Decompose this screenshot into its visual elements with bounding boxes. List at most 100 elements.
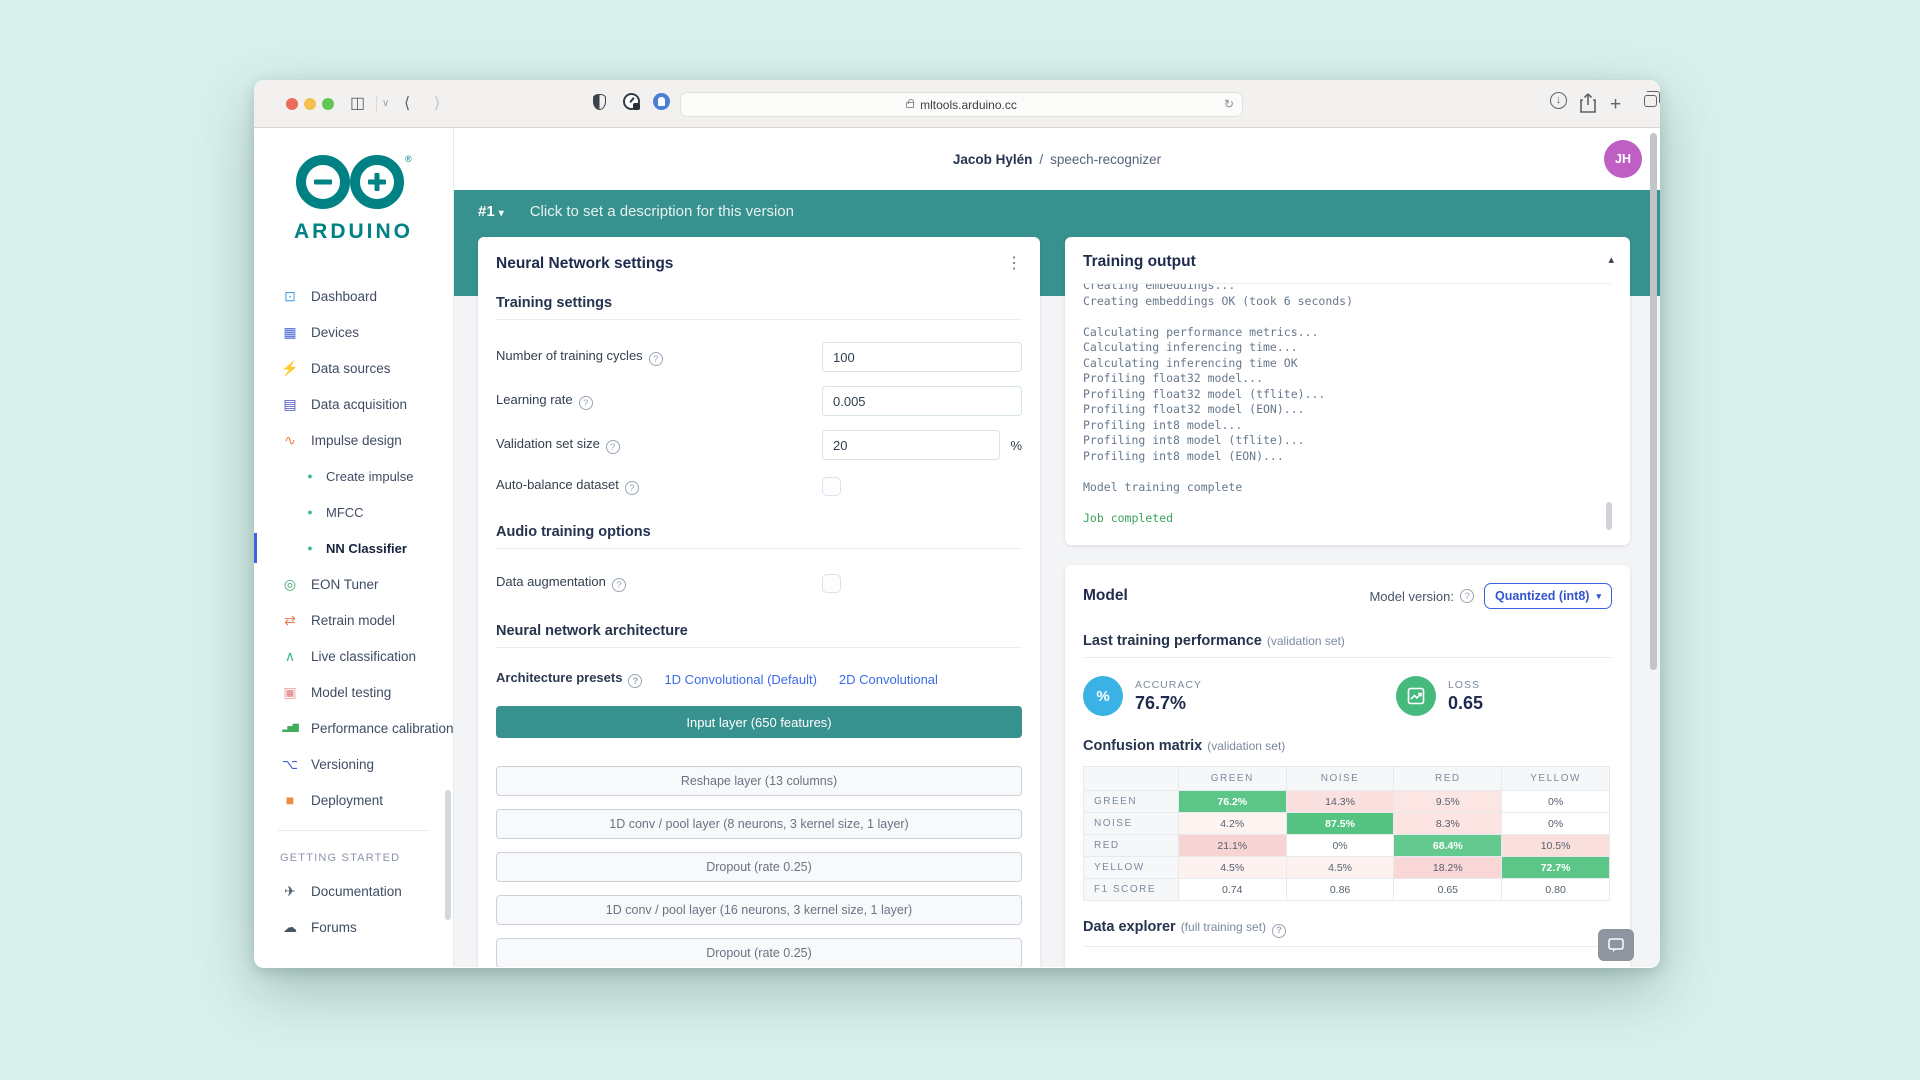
- matrix-row-label: RED: [1084, 835, 1179, 857]
- matrix-row: GREEN76.2%14.3%9.5%0%: [1084, 791, 1610, 813]
- blue-extension-icon[interactable]: [653, 93, 670, 110]
- architecture-presets-row: Architecture presets? 1D Convolutional (…: [496, 666, 1022, 692]
- version-description[interactable]: Click to set a description for this vers…: [530, 203, 794, 220]
- help-icon[interactable]: ?: [649, 352, 663, 366]
- sidebar-item-mfcc[interactable]: ●MFCC: [254, 494, 453, 530]
- collapse-icon[interactable]: ▴: [1608, 253, 1614, 266]
- sidebar-divider: [278, 830, 429, 831]
- breadcrumb-project[interactable]: speech-recognizer: [1050, 152, 1161, 167]
- sidebar-item-devices[interactable]: ▦Devices: [254, 314, 453, 350]
- desktop-background: ◫ ∨ ⟨ ⟩ mltools.arduino.cc ↻ ↓ +: [0, 0, 1920, 1080]
- field-label: Learning rate?: [496, 392, 822, 411]
- kebab-menu-icon[interactable]: ⋮: [1004, 253, 1024, 273]
- model-version-dropdown[interactable]: Quantized (int8)▾: [1484, 583, 1612, 609]
- matrix-cell: 10.5%: [1502, 835, 1610, 857]
- chevron-down-icon[interactable]: ∨: [382, 92, 389, 116]
- help-icon[interactable]: ?: [625, 481, 639, 495]
- version-selector[interactable]: #1▾: [478, 203, 504, 220]
- layer-button[interactable]: Dropout (rate 0.25): [496, 938, 1022, 967]
- arduino-logo[interactable]: ® ARDUINO: [254, 128, 453, 254]
- field-input-number-of-training-cycles[interactable]: [822, 342, 1022, 372]
- preset-1d-link[interactable]: 1D Convolutional (Default): [664, 672, 816, 687]
- matrix-cell: 0.74: [1178, 879, 1286, 901]
- sidebar-item-eon-tuner[interactable]: ◎EON Tuner: [254, 566, 453, 602]
- sidebar-item-label: Retrain model: [311, 613, 395, 628]
- console-line: Profiling float32 model...: [1083, 371, 1612, 387]
- downloads-icon[interactable]: ↓: [1550, 92, 1567, 109]
- reload-icon[interactable]: ↻: [1224, 97, 1234, 111]
- feedback-button[interactable]: [1598, 929, 1634, 961]
- field-row: Learning rate?: [496, 386, 1022, 416]
- sidebar-item-impulse-design[interactable]: ∿Impulse design: [254, 422, 453, 458]
- matrix-row-label: YELLOW: [1084, 857, 1179, 879]
- breadcrumb-user[interactable]: Jacob Hylén: [953, 152, 1033, 167]
- sidebar-item-dashboard[interactable]: ⊡Dashboard: [254, 278, 453, 314]
- avatar[interactable]: JH: [1604, 140, 1642, 178]
- sidebar-item-nn-classifier[interactable]: ●NN Classifier: [254, 530, 453, 566]
- forward-icon[interactable]: ⟩: [434, 92, 440, 116]
- chat-bubble-icon: [1608, 938, 1624, 952]
- training-output-title: Training output: [1083, 253, 1612, 271]
- sidebar-item-performance-calibration[interactable]: ▂▅▇Performance calibration: [254, 710, 453, 746]
- sidebar-item-live-classification[interactable]: ∧Live classification: [254, 638, 453, 674]
- minimize-window-button[interactable]: [304, 98, 316, 110]
- live-classification-icon: ∧: [280, 649, 300, 663]
- shield-extension-icon[interactable]: [593, 94, 606, 110]
- retrain-icon: ⇄: [280, 613, 300, 627]
- privacy-gauge-extension-icon[interactable]: [623, 93, 640, 110]
- input-layer-button[interactable]: Input layer (650 features): [496, 706, 1022, 738]
- matrix-cell: 14.3%: [1286, 791, 1394, 813]
- tab-overview-icon[interactable]: [1644, 95, 1657, 107]
- training-console[interactable]: Creating embeddings...Creating embedding…: [1083, 283, 1612, 535]
- close-window-button[interactable]: [286, 98, 298, 110]
- matrix-col-header: NOISE: [1286, 767, 1394, 791]
- console-line: Calculating inferencing time...: [1083, 340, 1612, 356]
- data-augmentation-checkbox[interactable]: [822, 574, 841, 593]
- console-line: Calculating performance metrics...: [1083, 325, 1612, 341]
- help-icon[interactable]: ?: [606, 440, 620, 454]
- sidebar-item-model-testing[interactable]: ▣Model testing: [254, 674, 453, 710]
- auto-balance-checkbox[interactable]: [822, 477, 841, 496]
- sidebar-section-heading: GETTING STARTED: [254, 843, 453, 873]
- help-icon[interactable]: ?: [579, 396, 593, 410]
- console-line: [1083, 309, 1612, 325]
- matrix-cell: 0%: [1502, 791, 1610, 813]
- layer-button[interactable]: 1D conv / pool layer (8 neurons, 3 kerne…: [496, 809, 1022, 839]
- sidebar-item-retrain-model[interactable]: ⇄ Retrain model: [254, 602, 453, 638]
- help-icon[interactable]: ?: [1460, 589, 1474, 603]
- page-scrollbar[interactable]: [1650, 133, 1657, 670]
- new-tab-icon[interactable]: +: [1610, 92, 1621, 116]
- sidebar-item-create-impulse[interactable]: ●Create impulse: [254, 458, 453, 494]
- help-icon[interactable]: ?: [628, 674, 642, 688]
- browser-window: ◫ ∨ ⟨ ⟩ mltools.arduino.cc ↻ ↓ +: [254, 80, 1660, 968]
- layer-button[interactable]: Dropout (rate 0.25): [496, 852, 1022, 882]
- sidebar-toggle-icon[interactable]: ◫: [350, 92, 365, 116]
- help-icon[interactable]: ?: [1272, 924, 1286, 938]
- field-input-learning-rate[interactable]: [822, 386, 1022, 416]
- sidebar-item-versioning[interactable]: ⌥Versioning: [254, 746, 453, 782]
- back-icon[interactable]: ⟨: [404, 92, 410, 116]
- address-bar[interactable]: mltools.arduino.cc ↻: [680, 92, 1243, 117]
- zoom-window-button[interactable]: [322, 98, 334, 110]
- main-area: Jacob Hylén / speech-recognizer JH #1▾ C…: [454, 128, 1660, 967]
- layer-button[interactable]: 1D conv / pool layer (16 neurons, 3 kern…: [496, 895, 1022, 925]
- preset-2d-link[interactable]: 2D Convolutional: [839, 672, 938, 687]
- matrix-row-label: F1 SCORE: [1084, 879, 1179, 901]
- matrix-cell: 0.65: [1394, 879, 1502, 901]
- share-icon[interactable]: [1580, 93, 1596, 113]
- sidebar-item-deployment[interactable]: ■Deployment: [254, 782, 453, 818]
- sidebar-scrollbar[interactable]: [445, 790, 451, 920]
- matrix-cell: 4.5%: [1286, 857, 1394, 879]
- loss-label: LOSS: [1448, 679, 1483, 691]
- step-dot-icon: ●: [304, 508, 316, 517]
- layer-button[interactable]: Reshape layer (13 columns): [496, 766, 1022, 796]
- field-input-validation-set-size[interactable]: [822, 430, 1000, 460]
- sidebar-item-data-acquisition[interactable]: ▤Data acquisition: [254, 386, 453, 422]
- help-icon[interactable]: ?: [612, 578, 626, 592]
- sidebar-item-label: Dashboard: [311, 289, 377, 304]
- console-scrollbar[interactable]: [1606, 502, 1612, 530]
- sidebar-item-forums[interactable]: ☁Forums: [254, 909, 453, 945]
- sidebar-item-data-sources[interactable]: ⚡Data sources: [254, 350, 453, 386]
- sidebar-item-label: Versioning: [311, 757, 374, 772]
- sidebar-item-documentation[interactable]: ✈Documentation: [254, 873, 453, 909]
